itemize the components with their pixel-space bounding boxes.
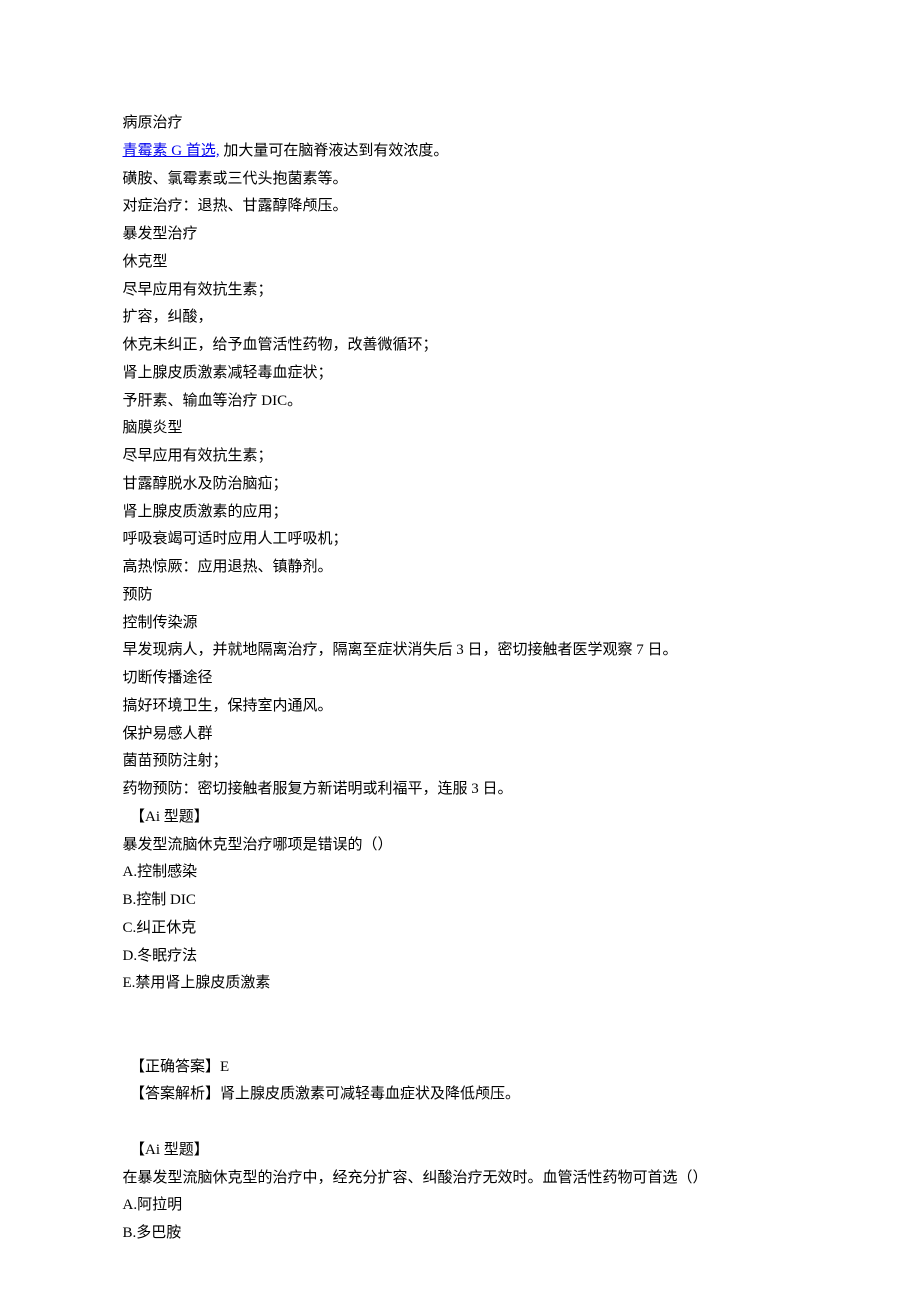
text-line: 磺胺、氯霉素或三代头抱菌素等。 xyxy=(100,166,820,194)
text-line: 菌苗预防注射； xyxy=(100,748,820,776)
text-line: 脑膜炎型 xyxy=(100,415,820,443)
text-line: 早发现病人，并就地隔离治疗，隔离至症状消失后 3 日，密切接触者医学观察 7 日… xyxy=(100,637,820,665)
question-option-b: B.多巴胺 xyxy=(100,1220,820,1248)
text-line: 休克未纠正，给予血管活性药物，改善微循环； xyxy=(100,332,820,360)
text-line: 尽早应用有效抗生素； xyxy=(100,277,820,305)
text-line: 预防 xyxy=(100,582,820,610)
blank-line xyxy=(100,1026,820,1054)
question-option-e: E.禁用肾上腺皮质激素 xyxy=(100,970,820,998)
text-line: 尽早应用有效抗生素； xyxy=(100,443,820,471)
text-line: 肾上腺皮质激素的应用； xyxy=(100,499,820,527)
text-rest: 加大量可在脑脊液达到有效浓度。 xyxy=(220,143,449,159)
text-line: 青霉素 G 首选, 加大量可在脑脊液达到有效浓度。 xyxy=(100,138,820,166)
document-body: 病原治疗 青霉素 G 首选, 加大量可在脑脊液达到有效浓度。 磺胺、氯霉素或三代… xyxy=(100,110,820,1248)
text-line: 暴发型治疗 xyxy=(100,221,820,249)
question-option-a: A.控制感染 xyxy=(100,859,820,887)
text-line: 呼吸衰竭可适时应用人工呼吸机； xyxy=(100,526,820,554)
text-line: 对症治疗：退热、甘露醇降颅压。 xyxy=(100,193,820,221)
text-line: 药物预防：密切接触者服复方新诺明或利福平，连服 3 日。 xyxy=(100,776,820,804)
link-penicillin[interactable]: 青霉素 G 首选, xyxy=(123,143,220,159)
text-line: 甘露醇脱水及防治脑疝； xyxy=(100,471,820,499)
text-line: 控制传染源 xyxy=(100,610,820,638)
text-line: 切断传播途径 xyxy=(100,665,820,693)
question-option-c: C.纠正休克 xyxy=(100,915,820,943)
blank-line xyxy=(100,1109,820,1137)
question-option-b: B.控制 DIC xyxy=(100,887,820,915)
question-stem: 暴发型流脑休克型治疗哪项是错误的（） xyxy=(100,832,820,860)
answer-explanation: 【答案解析】肾上腺皮质激素可减轻毒血症状及降低颅压。 xyxy=(100,1081,820,1109)
text-line: 高热惊厥：应用退热、镇静剂。 xyxy=(100,554,820,582)
question-header: 【Ai 型题】 xyxy=(100,804,820,832)
text-line: 保护易感人群 xyxy=(100,721,820,749)
text-line: 搞好环境卫生，保持室内通风。 xyxy=(100,693,820,721)
answer-label: 【正确答案】E xyxy=(100,1054,820,1082)
question-header: 【Ai 型题】 xyxy=(100,1137,820,1165)
text-line: 予肝素、输血等治疗 DIC。 xyxy=(100,388,820,416)
text-line: 肾上腺皮质激素减轻毒血症状； xyxy=(100,360,820,388)
text-line: 病原治疗 xyxy=(100,110,820,138)
text-line: 休克型 xyxy=(100,249,820,277)
question-option-a: A.阿拉明 xyxy=(100,1192,820,1220)
question-option-d: D.冬眠疗法 xyxy=(100,943,820,971)
text-line: 扩容，纠酸， xyxy=(100,304,820,332)
blank-line xyxy=(100,998,820,1026)
question-stem: 在暴发型流脑休克型的治疗中，经充分扩容、纠酸治疗无效时。血管活性药物可首选（） xyxy=(100,1165,820,1193)
